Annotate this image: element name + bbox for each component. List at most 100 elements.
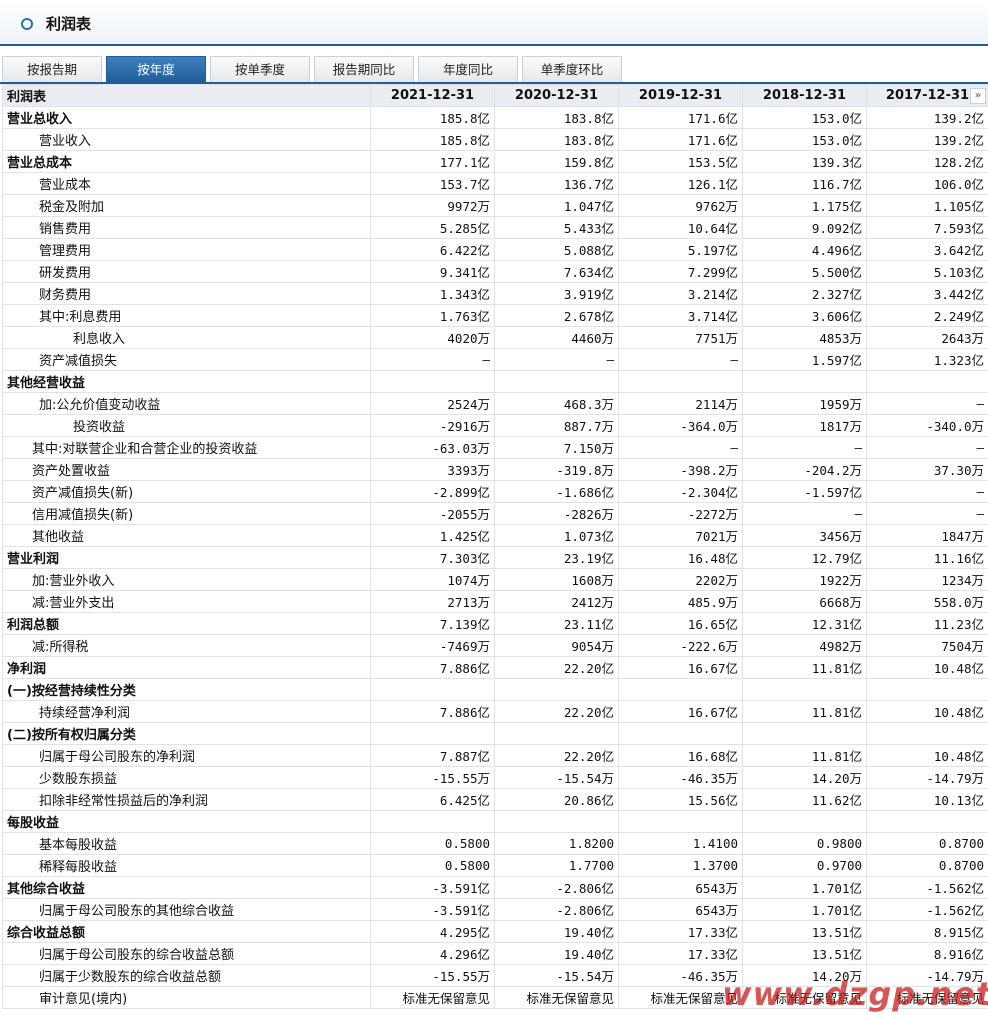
row-value: -3.591亿 xyxy=(370,898,495,921)
row-value: -1.562亿 xyxy=(866,876,988,899)
row-value: 标准无保留意见 xyxy=(494,986,619,1009)
header-cell-2021[interactable]: 2021-12-31 xyxy=(370,84,495,107)
table-row: 加:营业外收入 1074万 1608万 2202万 1922万 1234万 xyxy=(2,568,988,591)
row-value: 5.433亿 xyxy=(494,216,619,239)
row-value xyxy=(370,722,495,745)
row-value: 159.8亿 xyxy=(494,150,619,173)
row-label: 营业成本 xyxy=(2,172,371,195)
row-label: 营业总成本 xyxy=(2,150,371,173)
row-value: 3.442亿 xyxy=(866,282,988,305)
row-value: — xyxy=(494,348,619,371)
row-value: 7.887亿 xyxy=(370,744,495,767)
row-label: 归属于少数股东的综合收益总额 xyxy=(2,964,371,987)
double-chevron-right-icon[interactable]: » xyxy=(970,88,986,104)
row-value: 2524万 xyxy=(370,392,495,415)
header-cell-2017[interactable]: 2017-12-31 » xyxy=(866,84,988,107)
row-label: 持续经营净利润 xyxy=(2,700,371,723)
row-value: 11.62亿 xyxy=(742,788,867,811)
row-label: 其他综合收益 xyxy=(2,876,371,899)
row-label: 销售费用 xyxy=(2,216,371,239)
row-value: — xyxy=(866,436,988,459)
row-value: 3.714亿 xyxy=(618,304,743,327)
row-value: 0.9700 xyxy=(742,854,867,877)
row-value: 20.86亿 xyxy=(494,788,619,811)
row-value: 3.642亿 xyxy=(866,238,988,261)
row-value: 1234万 xyxy=(866,568,988,591)
row-value: 5.103亿 xyxy=(866,260,988,283)
row-value: -2.304亿 xyxy=(618,480,743,503)
table-row: (一)按经营持续性分类 xyxy=(2,678,988,701)
row-value: 558.0万 xyxy=(866,590,988,613)
row-value: -15.54万 xyxy=(494,964,619,987)
row-label: 审计意见(境内) xyxy=(2,986,371,1009)
row-value: 9.092亿 xyxy=(742,216,867,239)
row-label: 信用减值损失(新) xyxy=(2,502,371,525)
row-value: -2272万 xyxy=(618,502,743,525)
row-value: 9762万 xyxy=(618,194,743,217)
table-row: 利润总额 7.139亿 23.11亿 16.65亿 12.31亿 11.23亿 xyxy=(2,612,988,635)
row-value xyxy=(866,678,988,701)
header-cell-2019[interactable]: 2019-12-31 xyxy=(618,84,743,107)
tab-3[interactable]: 报告期同比 xyxy=(314,56,414,82)
table-row: 营业总收入 185.8亿 183.8亿 171.6亿 153.0亿 139.2亿 xyxy=(2,106,988,129)
row-value: 2114万 xyxy=(618,392,743,415)
row-value: 1922万 xyxy=(742,568,867,591)
table-row: 少数股东损益 -15.55万 -15.54万 -46.35万 14.20万 -14.79万 xyxy=(2,766,988,789)
row-value: -2826万 xyxy=(494,502,619,525)
header-cell-2018[interactable]: 2018-12-31 xyxy=(742,84,867,107)
table-row: 财务费用 1.343亿 3.919亿 3.214亿 2.327亿 3.442亿 xyxy=(2,282,988,305)
row-value: 2412万 xyxy=(494,590,619,613)
tab-2[interactable]: 按单季度 xyxy=(210,56,310,82)
row-value: 14.20万 xyxy=(742,766,867,789)
row-label: 归属于母公司股东的其他综合收益 xyxy=(2,898,371,921)
tab-5[interactable]: 单季度环比 xyxy=(522,56,622,82)
table-row: 扣除非经常性损益后的净利润 6.425亿 20.86亿 15.56亿 11.62亿 10.… xyxy=(2,788,988,811)
row-value: 1.105亿 xyxy=(866,194,988,217)
page-title: 利润表 xyxy=(46,15,92,33)
tab-1[interactable]: 按年度 xyxy=(106,56,206,82)
row-value: 13.51亿 xyxy=(742,942,867,965)
row-label: 营业利润 xyxy=(2,546,371,569)
row-value: 1.597亿 xyxy=(742,348,867,371)
row-value: 126.1亿 xyxy=(618,172,743,195)
tab-0[interactable]: 按报告期 xyxy=(2,56,102,82)
table-header-row: 利润表 2021-12-31 2020-12-31 2019-12-31 201… xyxy=(2,84,988,107)
row-value: 4020万 xyxy=(370,326,495,349)
table-row: 营业收入 185.8亿 183.8亿 171.6亿 153.0亿 139.2亿 xyxy=(2,128,988,151)
row-value: 12.31亿 xyxy=(742,612,867,635)
row-label: 利息收入 xyxy=(2,326,371,349)
row-value: -204.2万 xyxy=(742,458,867,481)
table-row: 销售费用 5.285亿 5.433亿 10.64亿 9.092亿 7.593亿 xyxy=(2,216,988,239)
row-value: 7.886亿 xyxy=(370,656,495,679)
row-value: 3393万 xyxy=(370,458,495,481)
table-row: 净利润 7.886亿 22.20亿 16.67亿 11.81亿 10.48亿 xyxy=(2,656,988,679)
row-value: 9.341亿 xyxy=(370,260,495,283)
row-value: 177.1亿 xyxy=(370,150,495,173)
row-value: — xyxy=(866,480,988,503)
row-value: 5.500亿 xyxy=(742,260,867,283)
row-value: 139.2亿 xyxy=(866,106,988,129)
tab-4[interactable]: 年度同比 xyxy=(418,56,518,82)
row-label: 减:所得税 xyxy=(2,634,371,657)
row-value: -2.899亿 xyxy=(370,480,495,503)
header-cell-2020[interactable]: 2020-12-31 xyxy=(494,84,619,107)
table-row: 资产处置收益 3393万 -319.8万 -398.2万 -204.2万 37.30万 xyxy=(2,458,988,481)
row-value: -2.806亿 xyxy=(494,898,619,921)
row-value: 5.285亿 xyxy=(370,216,495,239)
row-value: 22.20亿 xyxy=(494,700,619,723)
table-row: 营业总成本 177.1亿 159.8亿 153.5亿 139.3亿 128.2亿 xyxy=(2,150,988,173)
table-row: 管理费用 6.422亿 5.088亿 5.197亿 4.496亿 3.642亿 xyxy=(2,238,988,261)
row-value: 1959万 xyxy=(742,392,867,415)
table-row: 投资收益 -2916万 887.7万 -364.0万 1817万 -340.0万 xyxy=(2,414,988,437)
income-statement-table: 利润表 2021-12-31 2020-12-31 2019-12-31 201… xyxy=(2,84,988,1009)
row-value: -319.8万 xyxy=(494,458,619,481)
table-row: 资产减值损失(新) -2.899亿 -1.686亿 -2.304亿 -1.597亿 — xyxy=(2,480,988,503)
row-value: 22.20亿 xyxy=(494,656,619,679)
row-label: 扣除非经常性损益后的净利润 xyxy=(2,788,371,811)
row-value: 7.139亿 xyxy=(370,612,495,635)
row-value xyxy=(494,678,619,701)
row-label: 营业收入 xyxy=(2,128,371,151)
row-value: 8.916亿 xyxy=(866,942,988,965)
row-value: 7751万 xyxy=(618,326,743,349)
row-value xyxy=(866,810,988,833)
